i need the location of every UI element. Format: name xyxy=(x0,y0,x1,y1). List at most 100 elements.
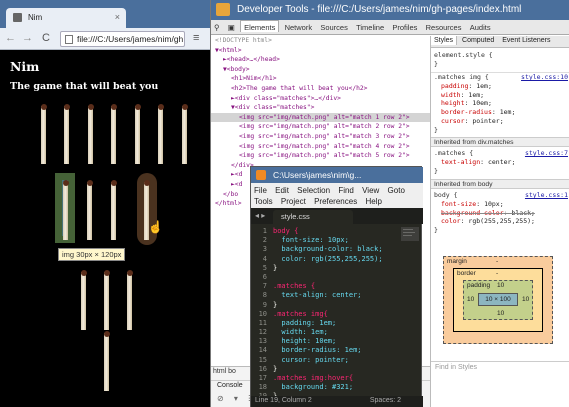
code-line[interactable]: 9} xyxy=(251,301,423,310)
dom-node[interactable]: <h2>The game that will beat you</h2> xyxy=(211,84,430,94)
code-line[interactable]: 11 padding: 1em; xyxy=(251,319,423,328)
rule-matches[interactable]: .matches { style.css:7 text-align: cente… xyxy=(431,149,569,175)
dom-node[interactable]: ▼<div class="matches"> xyxy=(211,103,430,113)
dom-node[interactable]: ►<div class="matches">…</div> xyxy=(211,94,430,104)
code-line[interactable]: 6 xyxy=(251,273,423,282)
find-in-styles-input[interactable]: Find in Styles xyxy=(431,361,569,373)
match[interactable] xyxy=(157,104,164,164)
code-line[interactable]: 7 .matches { xyxy=(251,282,423,291)
menu-edit[interactable]: Edit xyxy=(275,186,289,195)
menu-selection[interactable]: Selection xyxy=(297,186,330,195)
rule-matches-img[interactable]: .matches img { style.css:10 padding: 1em… xyxy=(431,72,569,135)
css-property[interactable]: padding: 1em; xyxy=(431,82,569,91)
tab-event-listeners[interactable]: Event Listeners xyxy=(499,36,553,45)
match[interactable] xyxy=(134,104,141,164)
code-line[interactable]: 3 background-color: black; xyxy=(251,245,423,254)
dom-node[interactable]: <img src="img/match.png" alt="match 3 ro… xyxy=(211,132,430,142)
dom-node[interactable]: ▼<html> xyxy=(211,46,430,56)
dom-node[interactable]: <img src="img/match.png" alt="match 5 ro… xyxy=(211,151,430,161)
menu-help[interactable]: Help xyxy=(365,197,381,206)
css-property[interactable]: color: rgb(255,255,255); xyxy=(431,217,569,226)
code-line[interactable]: 8 text-align: center; xyxy=(251,291,423,300)
match[interactable] xyxy=(87,104,94,164)
back-arrow-icon[interactable]: ← xyxy=(5,32,16,44)
code-line[interactable]: 18 background: #321; xyxy=(251,383,423,392)
code-line[interactable]: 2 font-size: 10px; xyxy=(251,236,423,245)
close-tab-icon[interactable]: × xyxy=(115,12,120,22)
dom-node[interactable]: <!DOCTYPE html> xyxy=(211,36,430,46)
sublime-app-icon xyxy=(256,170,266,180)
tab-profiles[interactable]: Profiles xyxy=(389,21,420,32)
menu-find[interactable]: Find xyxy=(338,186,354,195)
dom-node[interactable]: <img src="img/match.png" alt="match 2 ro… xyxy=(211,122,430,132)
code-line[interactable]: 12 width: 1em; xyxy=(251,328,423,337)
tab-audits[interactable]: Audits xyxy=(467,21,494,32)
code-line[interactable]: 10 .matches img{ xyxy=(251,310,423,319)
code-line[interactable]: 15 cursor: pointer; xyxy=(251,356,423,365)
dom-node[interactable]: <h1>Nim</h1> xyxy=(211,74,430,84)
search-icon[interactable]: ⚲ xyxy=(211,21,223,32)
address-bar[interactable]: file:///C:/Users/james/nim/gh xyxy=(60,31,185,47)
dom-node[interactable]: ▼<body> xyxy=(211,65,430,75)
css-property[interactable]: height: 10em; xyxy=(431,99,569,108)
rule-source-link[interactable]: style.css:10 xyxy=(521,73,568,82)
tab-sources[interactable]: Sources xyxy=(317,21,351,32)
menu-preferences[interactable]: Preferences xyxy=(314,197,357,206)
code-line[interactable]: 14 border-radius: 1em; xyxy=(251,346,423,355)
match[interactable] xyxy=(62,180,69,240)
rule-source-link[interactable]: style.css:1 xyxy=(525,191,568,200)
tab-elements[interactable]: Elements xyxy=(240,20,280,32)
dom-node[interactable]: ►<head>…</head> xyxy=(211,55,430,65)
match[interactable] xyxy=(103,331,110,391)
styles-tabbar: Styles Computed Event Listeners xyxy=(431,36,569,48)
menu-goto[interactable]: Goto xyxy=(388,186,405,195)
status-indent[interactable]: Spaces: 2 xyxy=(370,397,401,404)
tab-resources[interactable]: Resources xyxy=(423,21,465,32)
browser-tab[interactable]: Nim × xyxy=(6,8,126,28)
css-property[interactable]: cursor: pointer; xyxy=(431,117,569,126)
forward-arrow-icon[interactable]: → xyxy=(22,32,33,44)
tab-styles[interactable]: Styles xyxy=(431,36,458,45)
code-line[interactable]: 4 color: rgb(255,255,255); xyxy=(251,255,423,264)
rule-element-style[interactable]: element.style { } xyxy=(431,51,569,69)
rule-source-link[interactable]: style.css:7 xyxy=(525,149,568,158)
css-property[interactable]: background-color: black; xyxy=(431,209,569,218)
breadcrumb[interactable]: html bo xyxy=(213,368,236,375)
code-text: } xyxy=(273,300,278,309)
css-property[interactable]: border-radius: 1em; xyxy=(431,108,569,117)
code-line[interactable]: 13 height: 10em; xyxy=(251,337,423,346)
code-line[interactable]: 17 .matches img:hover{ xyxy=(251,374,423,383)
tab-scroll-arrows-icon[interactable]: ◂ ▸ xyxy=(255,211,265,220)
match[interactable] xyxy=(110,180,117,240)
css-property[interactable]: text-align: center; xyxy=(431,158,569,167)
code-editor[interactable]: 1 body {2 font-size: 10px; 3 background-co… xyxy=(251,227,423,400)
match[interactable] xyxy=(181,104,188,164)
menu-file[interactable]: File xyxy=(254,186,267,195)
menu-project[interactable]: Project xyxy=(281,197,306,206)
tab-timeline[interactable]: Timeline xyxy=(353,21,387,32)
tab-computed[interactable]: Computed xyxy=(459,36,497,45)
match[interactable] xyxy=(110,104,117,164)
match[interactable] xyxy=(80,270,87,330)
menu-tools[interactable]: Tools xyxy=(254,197,273,206)
code-line[interactable]: 1 body { xyxy=(251,227,423,236)
match[interactable] xyxy=(126,270,133,330)
code-line[interactable]: 16} xyxy=(251,365,423,374)
match[interactable] xyxy=(86,180,93,240)
dom-node-selected[interactable]: <img src="img/match.png" alt="match 1 ro… xyxy=(211,112,430,123)
match[interactable] xyxy=(103,270,110,330)
match[interactable] xyxy=(63,104,70,164)
match[interactable] xyxy=(40,104,47,164)
menu-view[interactable]: View xyxy=(362,186,379,195)
menu-icon[interactable]: ≡ xyxy=(193,32,199,44)
device-icon[interactable]: ▣ xyxy=(225,21,238,32)
minimap[interactable] xyxy=(401,227,419,287)
reload-icon[interactable]: C xyxy=(42,32,50,44)
css-property[interactable]: width: 1em; xyxy=(431,91,569,100)
dom-node[interactable]: <img src="img/match.png" alt="match 4 ro… xyxy=(211,142,430,152)
rule-body[interactable]: body { style.css:1 font-size: 10px; backg… xyxy=(431,191,569,235)
tab-network[interactable]: Network xyxy=(282,21,316,32)
code-line[interactable]: 5} xyxy=(251,264,423,273)
css-property[interactable]: font-size: 10px; xyxy=(431,200,569,209)
file-tab-style-css[interactable]: style.css xyxy=(273,210,353,224)
